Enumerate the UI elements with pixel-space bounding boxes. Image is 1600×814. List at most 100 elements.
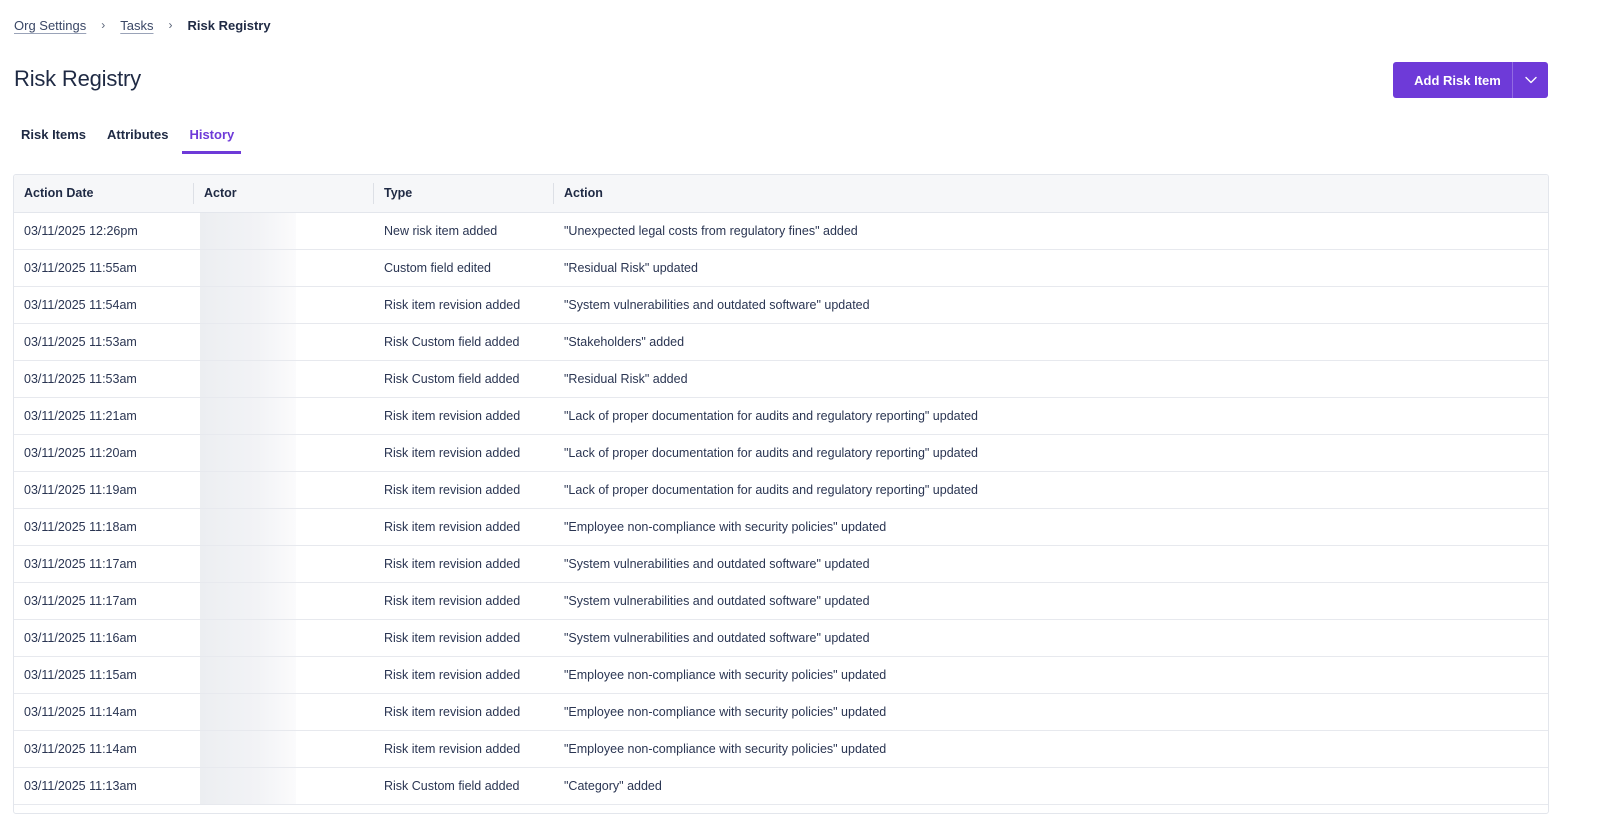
- tab-history[interactable]: History: [182, 122, 242, 154]
- cell-actor: [194, 508, 374, 545]
- column-header-label: Action: [564, 186, 603, 201]
- cell-actor: [194, 582, 374, 619]
- breadcrumb-link-tasks[interactable]: Tasks: [120, 18, 153, 33]
- cell-action: "System vulnerabilities and outdated sof…: [564, 556, 870, 571]
- cell-actor: [194, 619, 374, 656]
- cell-action: "Lack of proper documentation for audits…: [564, 408, 978, 423]
- cell-actor: [194, 730, 374, 767]
- tab-bar: Risk Items Attributes History: [14, 122, 248, 154]
- cell-type: Risk item revision added: [384, 593, 521, 608]
- cell-type: Risk Custom field added: [384, 371, 520, 386]
- cell-type: Risk item revision added: [384, 630, 521, 645]
- add-risk-item-button[interactable]: Add Risk Item: [1393, 62, 1548, 98]
- cell-action-date: 03/11/2025 11:19am: [24, 482, 137, 497]
- cell-type: Risk item revision added: [384, 408, 521, 423]
- table-row[interactable]: 03/11/2025 11:20am Risk item revision add…: [14, 434, 1548, 471]
- cell-action-date: 03/11/2025 11:16am: [24, 630, 137, 645]
- breadcrumb-link-org-settings[interactable]: Org Settings: [14, 18, 86, 33]
- column-header-action-date[interactable]: Action Date: [14, 175, 194, 213]
- cell-type: Risk item revision added: [384, 556, 521, 571]
- cell-action: "Category" added: [564, 778, 662, 793]
- cell-actor: [194, 434, 374, 471]
- table-row[interactable]: 03/11/2025 11:53am Risk Custom field adde…: [14, 360, 1548, 397]
- actor-redacted: [200, 212, 296, 249]
- table-body: 03/11/2025 12:26pm New risk item added "Un…: [14, 212, 1548, 804]
- cell-action-date: 03/11/2025 11:18am: [24, 519, 137, 534]
- actor-redacted: [200, 249, 296, 286]
- actor-redacted: [200, 656, 296, 693]
- actor-redacted: [200, 360, 296, 397]
- cell-type: Risk Custom field added: [384, 334, 520, 349]
- cell-action-date: 03/11/2025 11:14am: [24, 704, 137, 719]
- table-row[interactable]: 03/11/2025 11:13am Risk Custom field adde…: [14, 767, 1548, 804]
- cell-action-date: 03/11/2025 11:14am: [24, 741, 137, 756]
- table-row[interactable]: 03/11/2025 11:17am Risk item revision add…: [14, 582, 1548, 619]
- cell-action: "Unexpected legal costs from regulatory …: [564, 223, 858, 238]
- cell-action-date: 03/11/2025 11:15am: [24, 667, 137, 682]
- cell-action: "Employee non-compliance with security p…: [564, 667, 887, 682]
- tab-attributes[interactable]: Attributes: [100, 122, 175, 154]
- cell-action-date: 03/11/2025 11:17am: [24, 593, 137, 608]
- cell-action: "Employee non-compliance with security p…: [564, 741, 887, 756]
- cell-actor: [194, 656, 374, 693]
- cell-action: "Residual Risk" added: [564, 371, 688, 386]
- add-risk-item-dropdown-toggle[interactable]: [1512, 62, 1548, 98]
- table-row[interactable]: 03/11/2025 11:16am Risk item revision add…: [14, 619, 1548, 656]
- table-row[interactable]: 03/11/2025 11:55am Custom field edited "Re…: [14, 249, 1548, 286]
- actor-redacted: [200, 397, 296, 434]
- cell-action-date: 03/11/2025 11:54am: [24, 297, 137, 312]
- table-row[interactable]: 03/11/2025 11:14am Risk item revision add…: [14, 693, 1548, 730]
- table-header: Action Date Actor Type Action: [14, 175, 1548, 213]
- cell-action: "Employee non-compliance with security p…: [564, 519, 887, 534]
- cell-type: Risk item revision added: [384, 667, 521, 682]
- cell-type: Custom field edited: [384, 260, 492, 275]
- cell-action-date: 03/11/2025 11:53am: [24, 334, 137, 349]
- table-row[interactable]: 03/11/2025 11:18am Risk item revision add…: [14, 508, 1548, 545]
- table-row[interactable]: 03/11/2025 11:14am Risk item revision add…: [14, 730, 1548, 767]
- cell-action-date: 03/11/2025 11:55am: [24, 260, 137, 275]
- cell-action: "Stakeholders" added: [564, 334, 685, 349]
- table-row[interactable]: 03/11/2025 11:53am Risk Custom field adde…: [14, 323, 1548, 360]
- cell-type: Risk item revision added: [384, 741, 521, 756]
- cell-action-date: 03/11/2025 11:17am: [24, 556, 137, 571]
- table-row[interactable]: 03/11/2025 11:15am Risk item revision add…: [14, 656, 1548, 693]
- cell-actor: [194, 471, 374, 508]
- actor-redacted: [200, 286, 296, 323]
- column-header-label: Actor: [204, 186, 237, 201]
- cell-action-date: 03/11/2025 12:26pm: [24, 223, 138, 238]
- breadcrumb-separator: ›: [168, 18, 173, 32]
- column-header-actor[interactable]: Actor: [194, 175, 374, 213]
- cell-type: Risk item revision added: [384, 297, 521, 312]
- cell-type: Risk Custom field added: [384, 778, 520, 793]
- breadcrumb: Org Settings › Tasks › Risk Registry: [14, 15, 271, 35]
- cell-actor: [194, 545, 374, 582]
- breadcrumb-separator: ›: [101, 18, 106, 32]
- table-row[interactable]: 03/11/2025 11:54am Risk item revision add…: [14, 286, 1548, 323]
- cell-actor: [194, 249, 374, 286]
- cell-actor: [194, 693, 374, 730]
- cell-action: "System vulnerabilities and outdated sof…: [564, 593, 870, 608]
- cell-actor: [194, 323, 374, 360]
- page-title: Risk Registry: [14, 66, 141, 91]
- cell-action: "System vulnerabilities and outdated sof…: [564, 630, 870, 645]
- cell-actor: [194, 286, 374, 323]
- cell-action: "System vulnerabilities and outdated sof…: [564, 297, 870, 312]
- actor-redacted: [200, 545, 296, 582]
- add-risk-item-label[interactable]: Add Risk Item: [1393, 73, 1512, 88]
- actor-redacted: [200, 767, 296, 804]
- cell-type: Risk item revision added: [384, 519, 521, 534]
- cell-actor: [194, 212, 374, 249]
- table-row[interactable]: 03/11/2025 11:21am Risk item revision add…: [14, 397, 1548, 434]
- actor-redacted: [200, 582, 296, 619]
- column-header-action[interactable]: Action: [554, 175, 1548, 213]
- table-row[interactable]: 03/11/2025 11:19am Risk item revision add…: [14, 471, 1548, 508]
- tab-risk-items[interactable]: Risk Items: [14, 122, 93, 154]
- column-header-type[interactable]: Type: [374, 175, 554, 213]
- table-row[interactable]: 03/11/2025 12:26pm New risk item added "Un…: [14, 212, 1548, 249]
- cell-type: Risk item revision added: [384, 482, 521, 497]
- cell-type: Risk item revision added: [384, 445, 521, 460]
- table-row[interactable]: 03/11/2025 11:17am Risk item revision add…: [14, 545, 1548, 582]
- cell-action: "Residual Risk" updated: [564, 260, 698, 275]
- cell-action: "Lack of proper documentation for audits…: [564, 482, 978, 497]
- cell-actor: [194, 360, 374, 397]
